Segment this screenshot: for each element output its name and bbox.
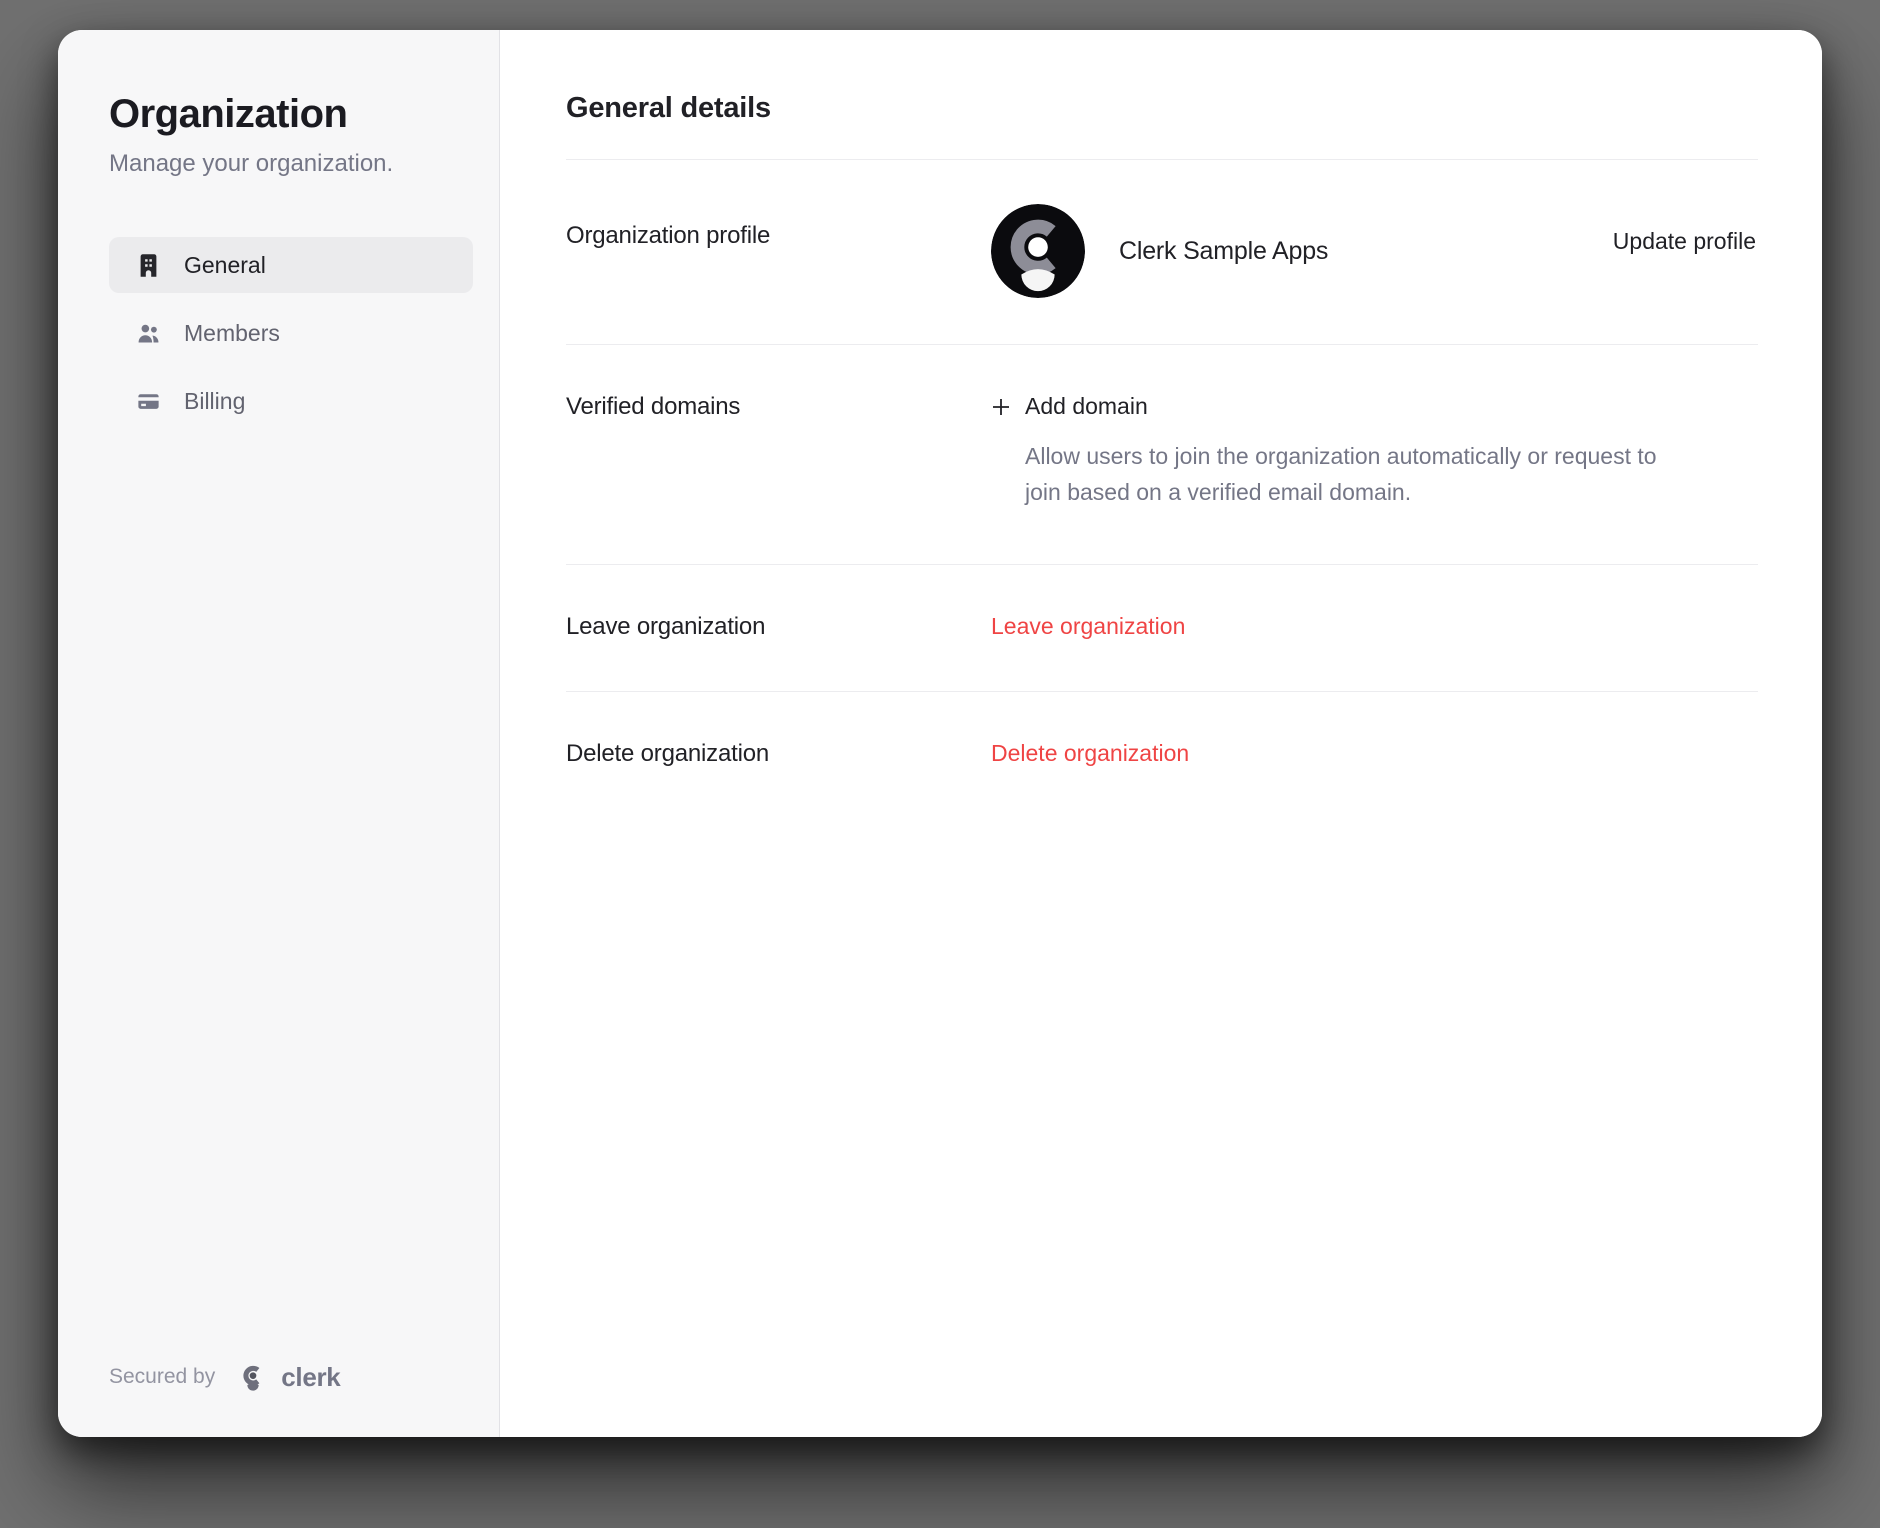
verified-domains-row: Verified domains Add domain Allow users … bbox=[566, 345, 1758, 564]
leave-organization-button[interactable]: Leave organization bbox=[991, 613, 1185, 640]
secured-by-clerk: Secured by clerk bbox=[109, 1361, 340, 1393]
add-domain-button[interactable]: Add domain bbox=[991, 393, 1148, 420]
sidebar: Organization Manage your organization. G… bbox=[58, 30, 500, 1437]
sidebar-item-general[interactable]: General bbox=[109, 237, 473, 293]
credit-card-icon bbox=[135, 388, 162, 415]
organization-profile-group: Clerk Sample Apps bbox=[991, 204, 1328, 298]
delete-organization-row: Delete organization Delete organization bbox=[566, 692, 1758, 818]
plus-icon bbox=[991, 397, 1011, 417]
page-title: Organization bbox=[109, 92, 473, 136]
organization-avatar bbox=[991, 204, 1085, 298]
organization-settings-modal: Organization Manage your organization. G… bbox=[58, 30, 1822, 1437]
verified-domains-content: Add domain Allow users to join the organ… bbox=[991, 393, 1665, 510]
general-details-panel: General details Organization profile Cle… bbox=[500, 30, 1822, 1437]
delete-organization-button[interactable]: Delete organization bbox=[991, 740, 1189, 767]
sidebar-item-label: Members bbox=[184, 320, 280, 347]
update-profile-button[interactable]: Update profile bbox=[1611, 228, 1758, 255]
verified-domains-description: Allow users to join the organization aut… bbox=[1025, 438, 1665, 510]
secured-by-text: Secured by bbox=[109, 1365, 215, 1389]
row-label: Leave organization bbox=[566, 613, 991, 641]
page-subtitle: Manage your organization. bbox=[109, 148, 473, 179]
building-icon bbox=[135, 252, 162, 279]
sidebar-nav: General Members Billing bbox=[109, 237, 473, 429]
members-icon bbox=[135, 320, 162, 347]
leave-organization-row: Leave organization Leave organization bbox=[566, 565, 1758, 691]
add-domain-label: Add domain bbox=[1025, 393, 1148, 420]
clerk-logo-icon bbox=[237, 1361, 269, 1393]
row-label: Verified domains bbox=[566, 393, 991, 421]
organization-name: Clerk Sample Apps bbox=[1119, 237, 1328, 266]
row-label: Organization profile bbox=[566, 204, 991, 250]
sidebar-item-label: General bbox=[184, 252, 266, 279]
sidebar-item-label: Billing bbox=[184, 388, 245, 415]
organization-profile-row: Organization profile Clerk Sample Apps U… bbox=[566, 160, 1758, 344]
row-label: Delete organization bbox=[566, 740, 991, 768]
sidebar-item-members[interactable]: Members bbox=[109, 305, 473, 361]
clerk-wordmark: clerk bbox=[281, 1362, 340, 1393]
sidebar-item-billing[interactable]: Billing bbox=[109, 373, 473, 429]
section-title: General details bbox=[566, 92, 1758, 125]
